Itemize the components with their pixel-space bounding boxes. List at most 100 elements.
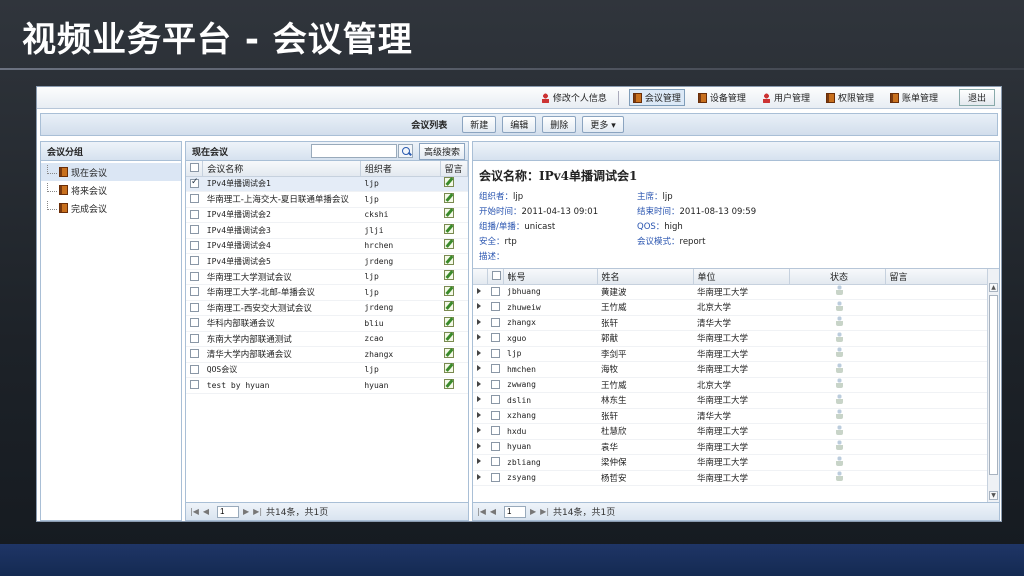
member-checkbox[interactable] bbox=[491, 426, 500, 436]
col-organizer[interactable]: 组织者 bbox=[360, 161, 441, 177]
expand-arrow-icon[interactable] bbox=[477, 365, 481, 372]
expand-cell[interactable] bbox=[473, 454, 487, 471]
message-cell[interactable] bbox=[440, 315, 468, 332]
col-name[interactable]: 姓名 bbox=[597, 269, 694, 285]
member-checkbox[interactable] bbox=[491, 472, 500, 482]
edit-note-icon[interactable] bbox=[444, 363, 455, 374]
member-select-cell[interactable] bbox=[487, 423, 503, 440]
nav-item-3[interactable]: 用户管理 bbox=[759, 90, 813, 105]
row-checkbox[interactable] bbox=[190, 256, 199, 266]
table-row[interactable]: IPv4单播调试会5 jrdeng bbox=[186, 253, 468, 270]
row-checkbox[interactable] bbox=[190, 194, 199, 204]
edit-note-icon[interactable] bbox=[444, 208, 455, 219]
row-select-cell[interactable] bbox=[186, 377, 203, 394]
edit-note-icon[interactable] bbox=[444, 192, 455, 203]
next-page-icon[interactable]: ▶ bbox=[530, 507, 536, 516]
expand-arrow-icon[interactable] bbox=[477, 303, 481, 310]
member-select-cell[interactable] bbox=[487, 454, 503, 471]
meeting-name-cell[interactable]: 华南理工-上海交大-夏日联通单播会议 bbox=[202, 191, 361, 208]
member-checkbox[interactable] bbox=[491, 317, 500, 327]
expand-cell[interactable] bbox=[473, 284, 487, 300]
nav-item-4[interactable]: 权限管理 bbox=[823, 90, 877, 105]
table-row[interactable]: 东南大学内部联通测试 zcao bbox=[186, 331, 468, 347]
row-select-cell[interactable] bbox=[186, 284, 203, 301]
row-checkbox[interactable] bbox=[190, 177, 199, 188]
message-cell[interactable] bbox=[440, 207, 468, 223]
member-select-cell[interactable] bbox=[487, 392, 503, 409]
member-row[interactable]: hmchen 海牧 华南理工大学 bbox=[473, 361, 989, 378]
member-select-cell[interactable] bbox=[487, 361, 503, 378]
nav-item-5[interactable]: 账单管理 bbox=[887, 90, 941, 105]
row-select-cell[interactable] bbox=[186, 207, 203, 223]
message-cell[interactable] bbox=[440, 269, 468, 285]
member-select-all-checkbox[interactable] bbox=[491, 271, 501, 281]
next-page-icon[interactable]: ▶ bbox=[243, 507, 249, 516]
prev-page-icon[interactable]: ◀ bbox=[203, 507, 209, 516]
member-row[interactable]: hxdu 杜慧欣 华南理工大学 bbox=[473, 423, 989, 440]
member-checkbox[interactable] bbox=[491, 395, 500, 405]
row-checkbox[interactable] bbox=[190, 225, 199, 235]
expand-arrow-icon[interactable] bbox=[477, 349, 481, 356]
scroll-thumb[interactable] bbox=[989, 295, 998, 475]
expand-cell[interactable] bbox=[473, 423, 487, 440]
meeting-name-cell[interactable]: IPv4单播调试会2 bbox=[202, 207, 361, 223]
member-select-cell[interactable] bbox=[487, 439, 503, 455]
member-checkbox[interactable] bbox=[491, 379, 500, 389]
table-row[interactable]: 华南理工大学-北邮-单播会议 ljp bbox=[186, 284, 468, 301]
expand-arrow-icon[interactable] bbox=[477, 334, 481, 341]
message-cell[interactable] bbox=[440, 300, 468, 316]
scroll-up-icon[interactable]: ▲ bbox=[989, 283, 998, 292]
row-checkbox[interactable] bbox=[190, 318, 199, 328]
expand-arrow-icon[interactable] bbox=[477, 380, 481, 387]
expand-arrow-icon[interactable] bbox=[477, 442, 481, 449]
nav-item-1[interactable]: 会议管理 bbox=[628, 89, 685, 106]
row-select-cell[interactable] bbox=[186, 176, 203, 192]
last-page-icon[interactable]: ▶| bbox=[540, 507, 549, 516]
table-row[interactable]: IPv4单播调试会1ljp bbox=[186, 176, 468, 192]
edit-note-icon[interactable] bbox=[444, 316, 455, 327]
expand-cell[interactable] bbox=[473, 470, 487, 486]
first-page-icon[interactable]: |◀ bbox=[477, 507, 486, 516]
member-row[interactable]: zwwang 王竹威 北京大学 bbox=[473, 377, 989, 393]
edit-note-icon[interactable] bbox=[444, 223, 455, 234]
row-select-cell[interactable] bbox=[186, 300, 203, 316]
table-row[interactable]: QOS会议 ljp bbox=[186, 362, 468, 378]
more-button[interactable]: 更多 ▾ bbox=[582, 116, 624, 133]
member-row[interactable]: jbhuang 黄建波 华南理工大学 bbox=[473, 284, 989, 300]
member-checkbox[interactable] bbox=[491, 457, 500, 467]
scroll-down-icon[interactable]: ▼ bbox=[989, 491, 998, 500]
expand-cell[interactable] bbox=[473, 392, 487, 409]
expand-cell[interactable] bbox=[473, 377, 487, 393]
first-page-icon[interactable]: |◀ bbox=[190, 507, 199, 516]
member-checkbox[interactable] bbox=[491, 348, 500, 358]
edit-note-icon[interactable] bbox=[444, 347, 455, 358]
select-all-checkbox[interactable] bbox=[190, 163, 199, 173]
message-cell[interactable] bbox=[440, 238, 468, 254]
col-unit[interactable]: 单位 bbox=[693, 269, 790, 285]
message-cell[interactable] bbox=[440, 331, 468, 347]
table-row[interactable]: 清华大学内部联通会议 zhangx bbox=[186, 346, 468, 363]
row-checkbox[interactable] bbox=[190, 240, 199, 250]
row-select-cell[interactable] bbox=[186, 222, 203, 239]
edit-note-icon[interactable] bbox=[444, 270, 455, 281]
nav-item-2[interactable]: 设备管理 bbox=[695, 90, 749, 105]
select-all-header[interactable] bbox=[487, 269, 504, 285]
col-account[interactable]: 帐号 bbox=[503, 269, 598, 285]
search-input[interactable] bbox=[310, 144, 397, 158]
row-select-cell[interactable] bbox=[186, 191, 203, 208]
expand-arrow-icon[interactable] bbox=[477, 396, 481, 403]
expand-arrow-icon[interactable] bbox=[477, 473, 481, 480]
edit-note-icon[interactable] bbox=[444, 177, 455, 188]
message-cell[interactable] bbox=[440, 346, 468, 363]
group-item-2[interactable]: 完成会议 bbox=[41, 199, 181, 217]
expand-cell[interactable] bbox=[473, 439, 487, 455]
member-select-cell[interactable] bbox=[487, 346, 503, 362]
page-number-input[interactable] bbox=[504, 505, 527, 518]
prev-page-icon[interactable]: ◀ bbox=[490, 507, 496, 516]
member-checkbox[interactable] bbox=[491, 441, 500, 451]
table-row[interactable]: test by hyuan hyuan bbox=[186, 377, 468, 394]
expand-arrow-icon[interactable] bbox=[477, 411, 481, 418]
expand-arrow-icon[interactable] bbox=[477, 458, 481, 465]
expand-cell[interactable] bbox=[473, 346, 487, 362]
group-item-0[interactable]: 现在会议 bbox=[41, 163, 181, 181]
